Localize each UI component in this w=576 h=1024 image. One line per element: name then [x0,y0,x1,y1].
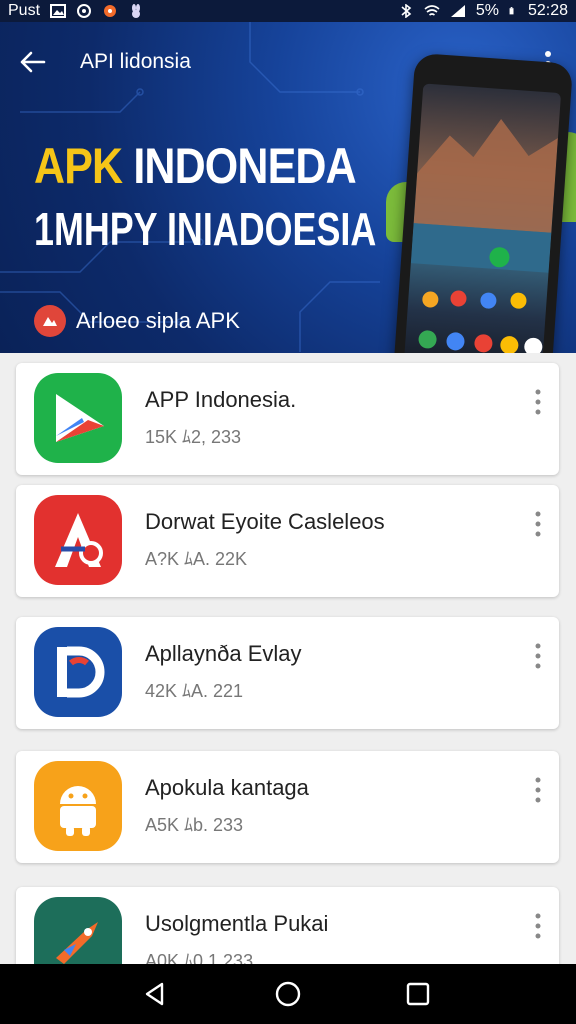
list-item[interactable]: Usolgmentla Pukai A0K ﾑ0 1 233 [16,887,559,964]
app-badge-icon [34,305,66,337]
a-logo-icon [34,495,122,585]
app-meta: A5K ﾑb. 233 [145,815,244,835]
status-bar: Pust 5% 52:28 [0,0,576,22]
app-meta: 42K ﾑA. 221 [145,681,244,701]
app-list: APP Indonesia. 15K ﾑ2, 233 Dorwat Eyoite… [0,353,576,964]
overflow-menu-icon[interactable] [531,387,545,417]
battery-label: 5% [475,2,499,19]
overflow-menu-icon[interactable] [531,775,545,805]
signal-icon [450,5,465,17]
battery-icon [509,7,514,15]
headline-line2: 1MHPY INIADOESIA [34,203,377,255]
image-icon [50,4,67,18]
android-icon [34,761,122,851]
wifi-icon [424,5,440,16]
headline-indonesia: INDONEDA [133,138,356,194]
list-item[interactable]: APP Indonesia. 15K ﾑ2, 233 [16,363,559,475]
app-name: Usolgmentla Pukai [145,911,329,936]
bluetooth-icon [401,4,412,18]
page-title: API lidonsia [80,50,191,73]
app-meta: 15K ﾑ2, 233 [145,427,242,447]
overflow-menu-icon[interactable] [531,509,545,539]
home-circle-icon[interactable] [273,979,303,1009]
app-meta: A0K ﾑ0 1 233 [145,951,254,964]
list-item[interactable]: Apllaynða Evlay 42K ﾑA. 221 [16,617,559,729]
hero-banner: API lidonsia APK INDONEDA 1MHPY INIADOES… [0,22,576,353]
d-logo-icon [34,627,122,717]
back-triangle-icon[interactable] [140,979,170,1009]
app-name: Apokula kantaga [145,775,309,800]
back-arrow-icon[interactable] [14,44,50,80]
list-item[interactable]: Apokula kantaga A5K ﾑb. 233 [16,751,559,863]
app-meta: A?K ﾑA. 22K [145,549,248,569]
app-name: Apllaynða Evlay [145,641,302,666]
game-icon [104,5,117,17]
rabbit-icon [132,4,141,18]
phone-screen [403,83,562,353]
navigation-bar [0,964,576,1024]
overflow-menu-icon[interactable] [531,911,545,941]
app-name: APP Indonesia. [145,387,297,412]
headline: APK INDONEDA [34,137,357,195]
notification-icon [77,4,92,18]
phone-illustration [392,52,574,353]
subline: Arloeo sipla APK [34,305,240,337]
rocket-icon [34,897,122,964]
clock: 52:28 [527,2,568,19]
play-store-icon [34,373,122,463]
overflow-menu-icon[interactable] [531,641,545,671]
recents-square-icon[interactable] [403,979,433,1009]
headline-apk: APK [34,138,123,194]
carrier-label: Pust [8,2,41,19]
app-name: Dorwat Eyoite Casleleos [145,509,385,534]
subline-text: Arloeo sipla APK [76,308,240,333]
list-item[interactable]: Dorwat Eyoite Casleleos A?K ﾑA. 22K [16,485,559,597]
